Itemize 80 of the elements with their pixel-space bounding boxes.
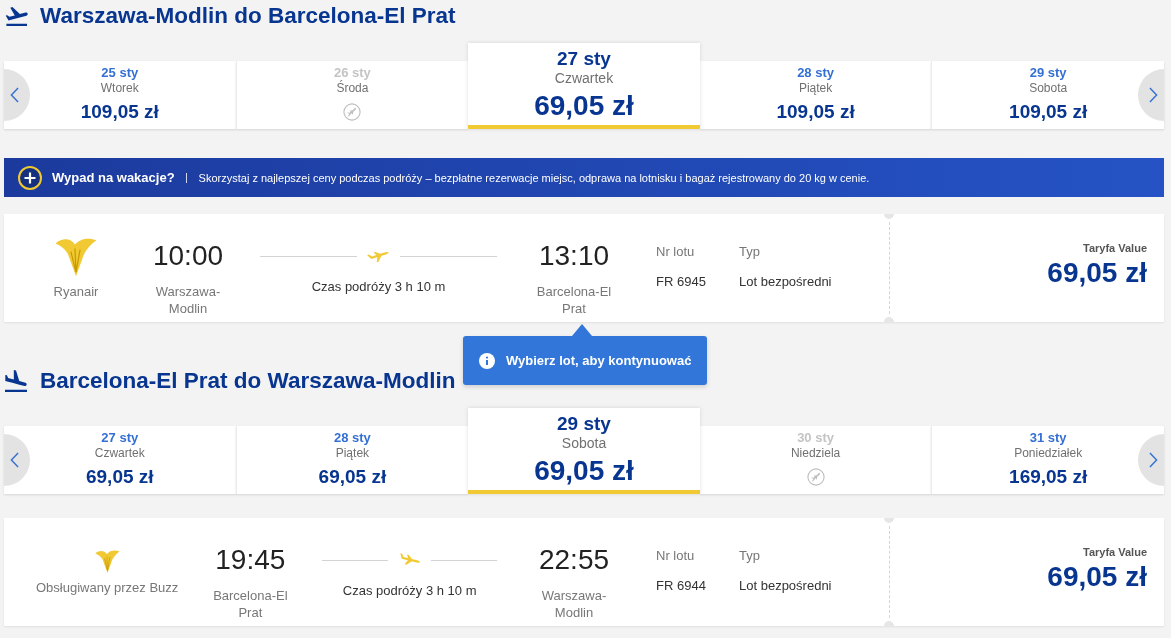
departure-airport: Barcelona-El Prat xyxy=(212,587,289,621)
day-name: Wtorek xyxy=(100,81,139,95)
date-card[interactable]: 27 sty Czwartek 69,05 zł xyxy=(4,426,236,494)
flight-number-label: Nr lotu xyxy=(656,548,696,564)
day-date: 29 sty xyxy=(1029,65,1067,81)
flight-duration: Czas podróży 3 h 10 m xyxy=(341,583,478,599)
day-name: Poniedziałek xyxy=(1014,446,1083,460)
flight-number: FR 6945 xyxy=(656,274,707,290)
day-price: 109,05 zł xyxy=(1009,101,1088,123)
carrier-logo-icon xyxy=(94,548,120,574)
crossed-plane-icon xyxy=(343,103,362,121)
day-name: Piątek xyxy=(798,81,833,95)
date-card[interactable]: 29 sty Sobota 109,05 zł xyxy=(931,61,1164,129)
day-name: Czwartek xyxy=(94,446,145,460)
day-price: 69,05 zł xyxy=(534,455,634,487)
day-price: 69,05 zł xyxy=(534,90,634,122)
flight-type: Lot bezpośredni xyxy=(739,578,833,594)
day-name: Niedziela xyxy=(790,446,841,460)
day-name: Czwartek xyxy=(554,70,614,86)
day-name: Piątek xyxy=(335,446,370,460)
day-name: Środa xyxy=(336,81,369,95)
day-price: 69,05 zł xyxy=(318,466,387,488)
day-date: 25 sty xyxy=(101,65,139,81)
day-date: 27 sty xyxy=(101,430,139,446)
carrier-name: Obsługiwany przez Buzz xyxy=(36,579,179,596)
flight-card[interactable]: Ryanair 10:00 Warszawa-Modlin Czas podróży 3 h 10 m 13:10 Barcelona-El Prat Nr lotu FR 6945 Typ Lot bezpośredni Taryfa Value 69,05 zł xyxy=(4,214,1164,322)
plus-icon[interactable] xyxy=(18,165,42,190)
plane-icon xyxy=(398,552,422,568)
route-title: Barcelona-El Prat do Warszawa-Modlin xyxy=(40,368,456,394)
carrier-name: Ryanair xyxy=(53,284,99,300)
day-price: 169,05 zł xyxy=(1009,466,1088,488)
departure-airport: Warszawa-Modlin xyxy=(154,283,222,317)
date-card[interactable]: 28 sty Piątek 69,05 zł xyxy=(235,426,469,494)
arrival-time: 13:10 xyxy=(537,240,611,272)
flight-number: FR 6944 xyxy=(656,578,707,594)
day-price: 109,05 zł xyxy=(80,101,159,123)
arrival-airport: Warszawa-Modlin xyxy=(540,587,608,621)
day-name: Sobota xyxy=(561,435,607,451)
departure-time: 10:00 xyxy=(151,240,225,272)
chevron-left-icon xyxy=(10,452,19,468)
flight-card[interactable]: Obsługiwany przez Buzz 19:45 Barcelona-El Prat Czas podróży 3 h 10 m 22:55 Warszawa-Modlin Nr lotu FR 6944 Typ Lot bezpośredni Taryfa Value 69,05 zł xyxy=(4,518,1164,626)
flight-number-label: Nr lotu xyxy=(656,244,696,260)
date-card[interactable]: 27 sty Czwartek 69,05 zł xyxy=(468,43,700,129)
date-card[interactable]: 25 sty Wtorek 109,05 zł xyxy=(4,61,236,129)
day-date: 31 sty xyxy=(1029,430,1067,446)
day-date: 29 sty xyxy=(557,413,611,435)
flight-type: Lot bezpośredni xyxy=(739,274,833,290)
route-title: Warszawa-Modlin do Barcelona-El Prat xyxy=(40,3,456,29)
plane-landing-icon xyxy=(5,370,27,392)
date-card[interactable]: 31 sty Poniedziałek 169,05 zł xyxy=(931,426,1164,494)
arrival-airport: Barcelona-El Prat xyxy=(535,283,613,317)
day-price: 69,05 zł xyxy=(86,466,154,488)
plane-takeoff-icon xyxy=(5,6,28,26)
chevron-right-icon xyxy=(1149,452,1158,468)
tooltip-text: Wybierz lot, aby kontynuować xyxy=(506,353,692,368)
flight-type-label: Typ xyxy=(739,548,761,564)
fare-price: 69,05 zł xyxy=(1046,561,1147,593)
date-card[interactable]: 28 sty Piątek 109,05 zł xyxy=(699,61,932,129)
flight-duration: Czas podróży 3 h 10 m xyxy=(310,279,447,295)
date-card[interactable]: 29 sty Sobota 69,05 zł xyxy=(468,408,700,494)
carrier-logo-icon xyxy=(55,236,97,278)
info-icon xyxy=(479,352,495,369)
day-price: 109,05 zł xyxy=(776,101,855,123)
banner-title: Wypad na wakacje? xyxy=(52,170,175,185)
day-date: 26 sty xyxy=(333,65,371,80)
day-date: 28 sty xyxy=(333,430,371,446)
departure-time: 19:45 xyxy=(214,544,287,576)
crossed-plane-icon xyxy=(806,468,825,486)
fare-name: Taryfa Value xyxy=(1082,241,1147,255)
day-date: 27 sty xyxy=(557,48,611,70)
chevron-right-icon xyxy=(1149,87,1158,103)
fare-price: 69,05 zł xyxy=(1046,257,1147,289)
fare-name: Taryfa Value xyxy=(1082,545,1147,559)
day-date: 30 sty xyxy=(797,430,834,446)
arrival-time: 22:55 xyxy=(537,544,611,576)
flight-type-label: Typ xyxy=(739,244,761,260)
day-name: Sobota xyxy=(1029,81,1068,95)
banner-text: Skorzystaj z najlepszej ceny podczas podróży – bezpłatne rezerwacje miejsc, odprawa na lotnisku i bagaż rejestrowany do 20 kg w cenie. xyxy=(198,171,870,184)
chevron-left-icon xyxy=(10,87,19,103)
day-date: 28 sty xyxy=(797,65,834,81)
